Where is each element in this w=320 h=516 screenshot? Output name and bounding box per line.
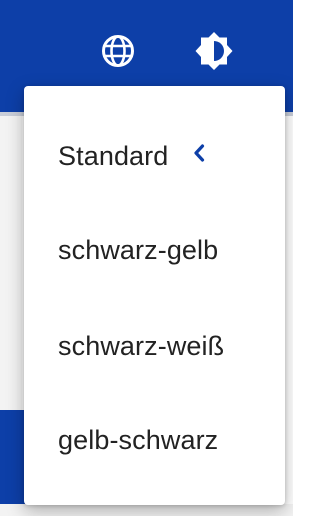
contrast-icon bbox=[195, 32, 233, 70]
theme-menu: Standard schwarz-gelb schwarz-weiß gelb-… bbox=[24, 86, 285, 505]
app-window: Standard schwarz-gelb schwarz-weiß gelb-… bbox=[0, 0, 293, 516]
theme-button[interactable] bbox=[191, 28, 237, 74]
menu-item-standard[interactable]: Standard bbox=[24, 108, 285, 204]
globe-icon bbox=[102, 35, 134, 67]
background-strip bbox=[0, 504, 293, 516]
menu-item-gelb-schwarz[interactable]: gelb-schwarz bbox=[24, 392, 285, 488]
menu-item-label: schwarz-weiß bbox=[58, 330, 225, 361]
menu-item-label: schwarz-gelb bbox=[58, 234, 219, 265]
language-button[interactable] bbox=[95, 28, 141, 74]
menu-item-schwarz-gelb[interactable]: schwarz-gelb bbox=[24, 202, 285, 298]
menu-item-label: Standard bbox=[58, 140, 169, 171]
chevron-left-icon bbox=[190, 143, 208, 163]
menu-item-label: gelb-schwarz bbox=[58, 424, 219, 455]
menu-item-schwarz-weiss[interactable]: schwarz-weiß bbox=[24, 298, 285, 394]
